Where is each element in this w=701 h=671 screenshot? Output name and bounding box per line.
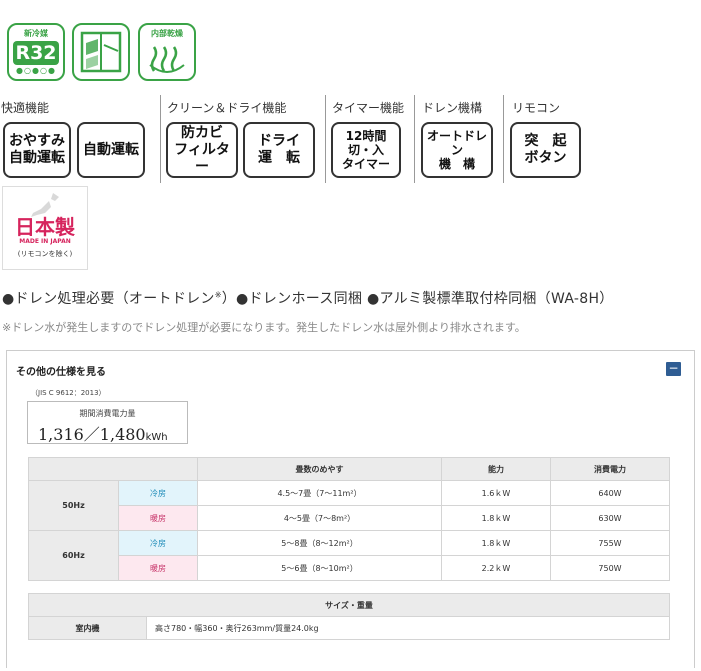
made-in-japan-jp: 日本製 — [15, 215, 75, 239]
table-row: 50Hz 冷房 4.5〜7畳（7〜11m²） 1.6ｋW 640W — [28, 480, 670, 531]
collapse-button[interactable]: − — [666, 362, 681, 376]
category-timer: タイマー機能 — [332, 101, 405, 115]
header-power: 消費電力 — [550, 457, 670, 481]
molecule-dots: ●○●○● — [16, 66, 56, 75]
header-tatami: 畳数のめやす — [197, 457, 442, 481]
energy-value: 1,316／1,480 — [38, 425, 146, 444]
feature-drain: ●ドレン処理必要（オートドレン — [2, 291, 215, 307]
divider — [503, 95, 504, 183]
mode-heat: 暖房 — [118, 555, 198, 581]
feature-note: ※ドレン水が発生しますのでドレン処理が必要になります。発生したドレン水は屋外側よ… — [2, 321, 526, 334]
table-row: 60Hz 冷房 5〜8畳（8〜12m²） 1.8ｋW 755W — [28, 530, 670, 581]
mode-heat: 暖房 — [118, 505, 198, 531]
tatami-cell: 4〜5畳（7〜8m²） — [197, 505, 442, 531]
mode-cool: 冷房 — [118, 480, 198, 506]
made-in-japan-note: (リモコンを除く) — [17, 250, 73, 258]
sleep-auto-badge: おやすみ 自動運転 — [3, 122, 71, 178]
divider — [160, 95, 161, 183]
size-value: 高さ780・幅360・奥行263mm/質量24.0kg — [146, 616, 670, 640]
tatami-cell: 4.5〜7畳（7〜11m²） — [197, 480, 442, 506]
r32-refrigerant-icon: 新冷媒 R32 ●○●○● — [7, 23, 65, 81]
tactile-button-badge: 突 起 ボタン — [510, 122, 581, 178]
hz-50: 50Hz — [28, 480, 119, 531]
capacity-cell: 1.8ｋW — [441, 530, 551, 556]
size-header-row: サイズ・重量 — [28, 593, 670, 617]
made-in-japan-badge: 日本製 MADE IN JAPAN (リモコンを除く) — [2, 186, 88, 270]
window-frame-graphic — [80, 31, 122, 73]
power-cell: 750W — [550, 555, 670, 581]
tatami-cell: 5〜6畳（8〜10m²） — [197, 555, 442, 581]
power-cell: 640W — [550, 480, 670, 506]
category-drain: ドレン機構 — [422, 101, 483, 115]
category-clean-dry: クリーン＆ドライ機能 — [167, 101, 287, 115]
energy-unit: kWh — [145, 432, 168, 443]
feature-hose-frame: ）●ドレンホース同梱 ●アルミ製標準取付枠同梱（WA-8H） — [221, 291, 614, 307]
size-key: 室内機 — [28, 616, 147, 640]
energy-label: 期間消費電力量 — [79, 409, 136, 418]
tatami-cell: 5〜8畳（8〜12m²） — [197, 530, 442, 556]
energy-value-line: 1,316／1,480kWh — [38, 421, 168, 445]
window-unit-icon — [72, 23, 130, 81]
power-cell: 630W — [550, 505, 670, 531]
internal-drying-icon: 内部乾燥 — [138, 23, 196, 81]
mold-filter-badge: 防カビ フィルター — [166, 122, 238, 178]
divider — [325, 95, 326, 183]
r32-caption: 新冷媒 — [24, 29, 48, 38]
energy-box: 期間消費電力量 1,316／1,480kWh — [27, 401, 188, 444]
capacity-cell: 2.2ｋW — [441, 555, 551, 581]
feature-mark: ※ — [214, 290, 222, 300]
power-cell: 755W — [550, 530, 670, 556]
auto-drain-badge: オートドレン 機 構 — [421, 122, 493, 178]
timer-badge: 12時間 切・入 タイマー — [331, 122, 401, 178]
category-remote: リモコン — [512, 101, 561, 115]
jis-standard: （JIS C 9612：2013） — [31, 389, 106, 397]
drying-waves-graphic — [149, 46, 185, 73]
table-row: 室内機 高さ780・幅360・奥行263mm/質量24.0kg — [28, 616, 670, 640]
auto-mode-badge: 自動運転 — [77, 122, 145, 178]
mode-cool: 冷房 — [118, 530, 198, 556]
spec-header-row: 畳数のめやす 能力 消費電力 — [28, 457, 670, 481]
feature-list: ●ドレン処理必要（オートドレン※）●ドレンホース同梱 ●アルミ製標準取付枠同梱（… — [2, 288, 614, 308]
category-comfort: 快適機能 — [1, 101, 50, 115]
spec-panel-title[interactable]: その他の仕様を見る — [16, 363, 106, 378]
hz-60: 60Hz — [28, 530, 119, 581]
header-blank — [28, 457, 198, 481]
divider — [414, 95, 415, 183]
size-header: サイズ・重量 — [28, 593, 670, 617]
table-row: 暖房 4〜5畳（7〜8m²） 1.8ｋW 630W — [29, 505, 670, 531]
dry-mode-badge: ドライ 運 転 — [243, 122, 315, 178]
spec-table: 畳数のめやす 能力 消費電力 50Hz 冷房 4.5〜7畳（7〜11m²） 1.… — [28, 457, 670, 581]
table-row: 暖房 5〜6畳（8〜10m²） 2.2ｋW 750W — [29, 555, 670, 581]
capacity-cell: 1.8ｋW — [441, 505, 551, 531]
made-in-japan-en: MADE IN JAPAN — [19, 238, 71, 245]
r32-label: R32 — [13, 41, 59, 65]
internal-drying-caption: 内部乾燥 — [151, 29, 183, 38]
capacity-cell: 1.6ｋW — [441, 480, 551, 506]
size-table: サイズ・重量 室内機 高さ780・幅360・奥行263mm/質量24.0kg — [28, 593, 670, 640]
header-capacity: 能力 — [441, 457, 551, 481]
